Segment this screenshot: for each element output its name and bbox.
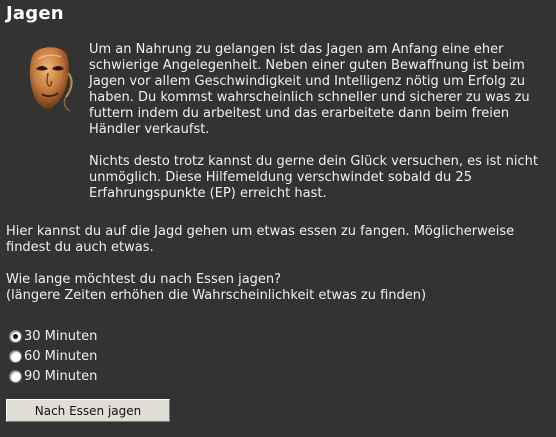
- radio-60-minutes[interactable]: [9, 349, 22, 363]
- duration-question-hint: (längere Zeiten erhöhen die Wahrscheinli…: [6, 288, 427, 303]
- duration-options: 30 Minuten 60 Minuten 90 Minuten: [9, 326, 97, 386]
- duration-option-30[interactable]: 30 Minuten: [9, 326, 97, 346]
- page-title: Jagen: [6, 3, 64, 24]
- help-paragraph: Um an Nahrung zu gelangen ist das Jagen …: [89, 42, 530, 137]
- duration-option-60[interactable]: 60 Minuten: [9, 346, 97, 366]
- radio-label: 30 Minuten: [24, 328, 98, 344]
- duration-option-90[interactable]: 90 Minuten: [9, 366, 97, 386]
- hunt-intro-text: Hier kannst du auf die Jagd gehen um etw…: [6, 224, 515, 255]
- help-paragraph: Nichts desto trotz kannst du gerne dein …: [89, 154, 538, 201]
- mask-icon: [24, 45, 76, 113]
- radio-label: 60 Minuten: [24, 348, 98, 364]
- radio-30-minutes[interactable]: [9, 329, 22, 343]
- duration-question: Wie lange möchtest du nach Essen jagen? …: [6, 272, 551, 304]
- hunt-submit-button[interactable]: Nach Essen jagen: [6, 399, 170, 422]
- radio-90-minutes[interactable]: [9, 369, 22, 383]
- duration-question-label: Wie lange möchtest du nach Essen jagen?: [6, 272, 282, 287]
- help-text: Um an Nahrung zu gelangen ist das Jagen …: [89, 42, 554, 202]
- radio-label: 90 Minuten: [24, 368, 98, 384]
